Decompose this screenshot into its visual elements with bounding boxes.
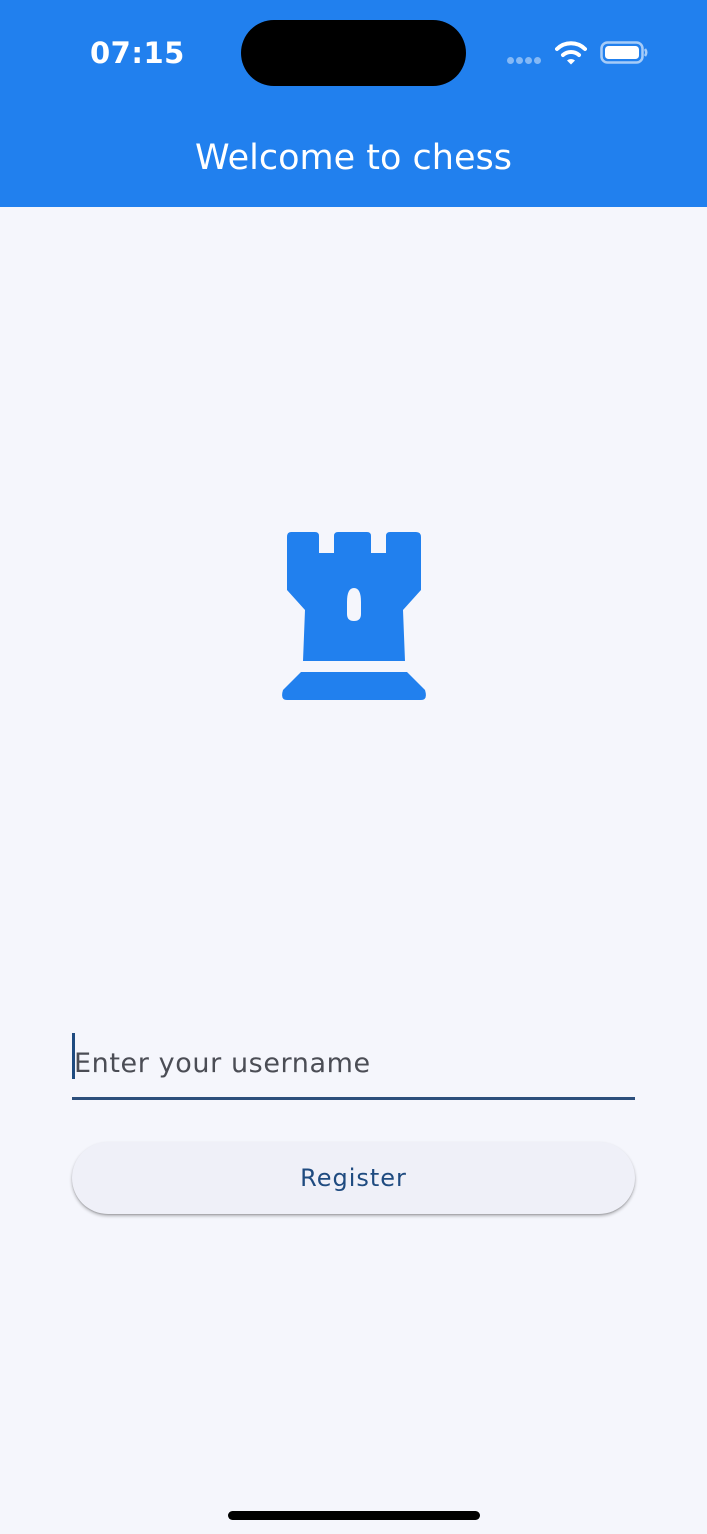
cellular-signal-icon: [507, 57, 543, 65]
page-title: Welcome to chess: [195, 138, 512, 178]
username-field[interactable]: [72, 1030, 635, 1100]
register-button[interactable]: Register: [72, 1142, 635, 1214]
app-bar: 07:15 Welcome to chess: [0, 0, 707, 207]
chess-rook-icon: [282, 532, 426, 700]
status-time: 07:15: [90, 36, 185, 70]
wifi-icon: [555, 41, 587, 65]
dynamic-island: [241, 20, 466, 86]
home-indicator[interactable]: [228, 1511, 480, 1520]
username-input[interactable]: [72, 1030, 635, 1096]
battery-icon: [600, 41, 648, 64]
input-underline: [72, 1097, 635, 1100]
text-cursor: [72, 1033, 75, 1079]
